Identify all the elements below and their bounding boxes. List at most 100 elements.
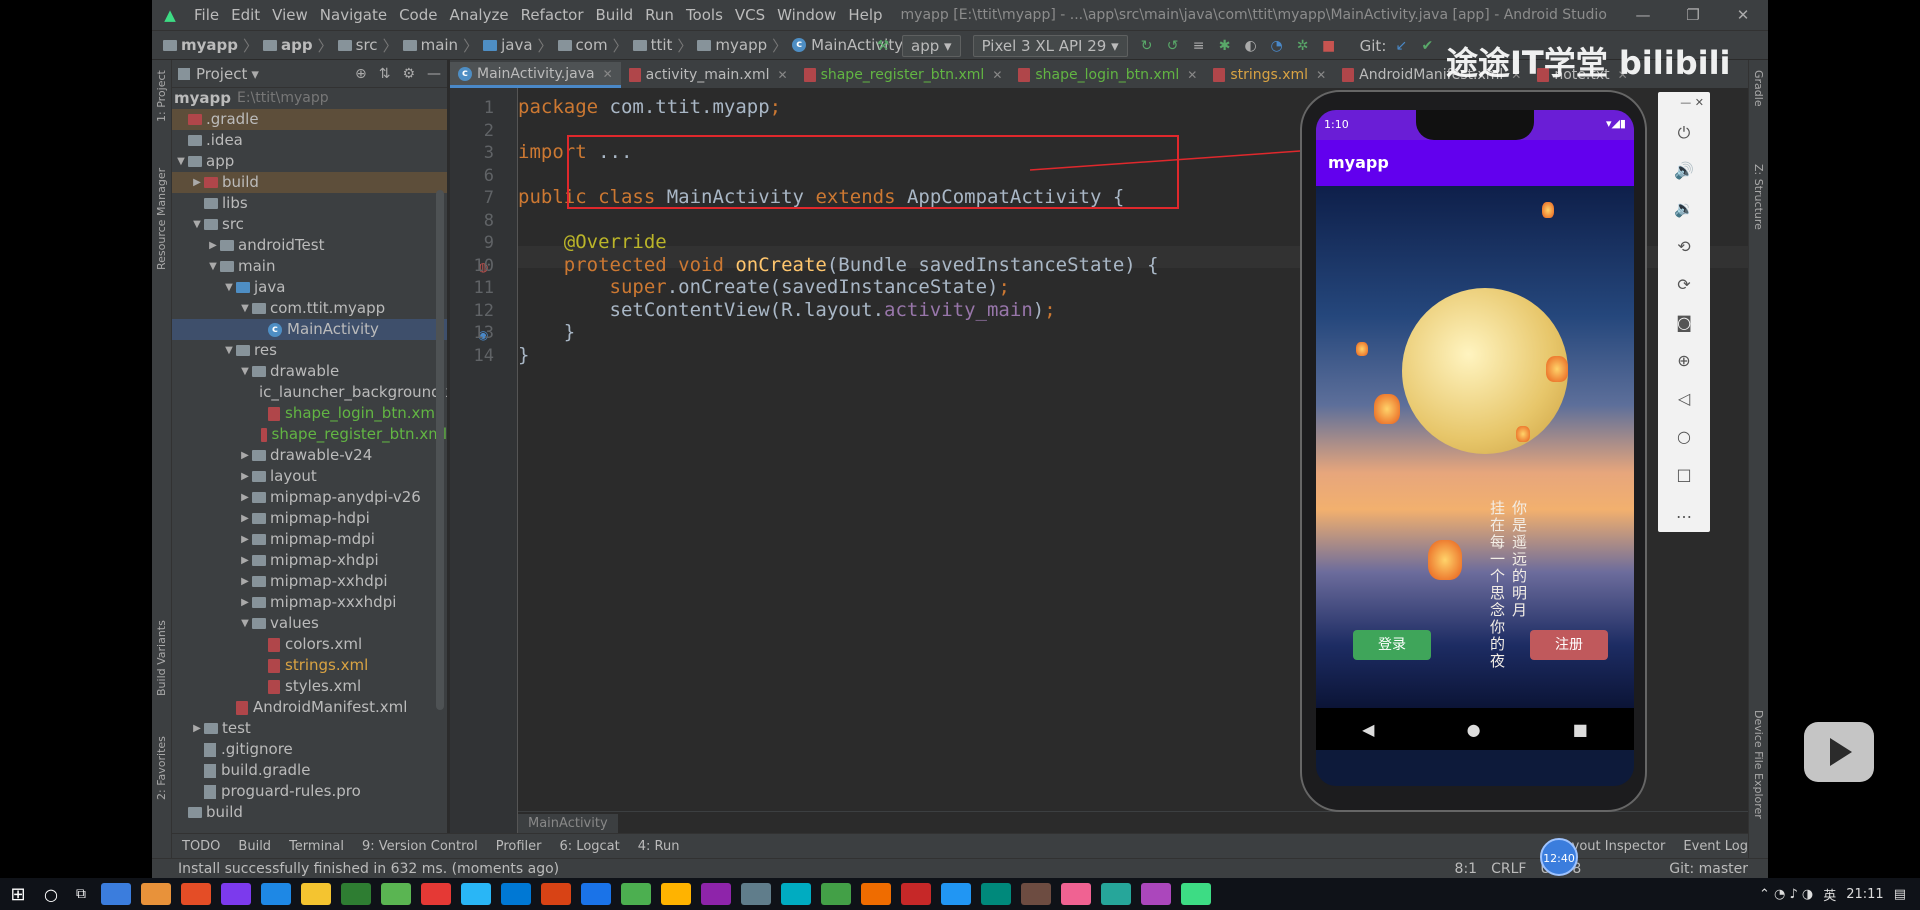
breadcrumb-item[interactable]: myapp — [160, 36, 241, 54]
rotate-left-icon[interactable]: ⟲ — [1658, 228, 1710, 266]
tree-item[interactable]: ▼ src — [172, 214, 447, 235]
zoom-icon[interactable]: ⊕ — [1658, 342, 1710, 380]
taskbar-app-icon[interactable] — [141, 883, 171, 905]
rerun-icon[interactable]: ↻ — [1136, 38, 1158, 54]
hammer-icon[interactable]: ⚒ — [872, 38, 894, 54]
tree-item[interactable]: c MainActivity — [172, 319, 447, 340]
taskbar-app-icon[interactable] — [1101, 883, 1131, 905]
expand-arrow-icon[interactable]: ▶ — [238, 487, 252, 508]
tree-item[interactable]: colors.xml — [172, 634, 447, 655]
tree-item[interactable]: ▼ java — [172, 277, 447, 298]
close-tab-icon[interactable]: ✕ — [1316, 68, 1326, 82]
side-tab-gradle[interactable]: Gradle — [1752, 70, 1765, 107]
expand-arrow-icon[interactable]: ▼ — [222, 277, 236, 298]
code-breadcrumb[interactable]: MainActivity — [518, 814, 618, 833]
git-branch[interactable]: Git: master — [1669, 861, 1748, 877]
side-tab-device-file-explorer[interactable]: Device File Explorer — [1752, 710, 1765, 819]
coverage-icon[interactable]: ≡ — [1188, 38, 1210, 54]
taskbar-app-icon[interactable] — [581, 883, 611, 905]
menu-vcs[interactable]: VCS — [729, 6, 771, 24]
menu-refactor[interactable]: Refactor — [515, 6, 590, 24]
taskbar-app-icon[interactable] — [1061, 883, 1091, 905]
breadcrumb-item[interactable]: src — [335, 36, 381, 54]
expand-arrow-icon[interactable]: ▶ — [238, 592, 252, 613]
tree-item[interactable]: .gitignore — [172, 739, 447, 760]
home-nav-icon[interactable]: ○ — [1658, 418, 1710, 456]
editor-tab[interactable]: c MainActivity.java ✕ — [450, 62, 621, 88]
taskbar-app-icon[interactable] — [221, 883, 251, 905]
volume-up-icon[interactable]: 🔊 — [1658, 152, 1710, 190]
taskbar-app-icon[interactable] — [701, 883, 731, 905]
search-icon[interactable]: ○ — [36, 885, 66, 904]
tree-item[interactable]: ▶ mipmap-mdpi — [172, 529, 447, 550]
taskbar-app-icon[interactable] — [861, 883, 891, 905]
tree-item[interactable]: ▼ main — [172, 256, 447, 277]
expand-arrow-icon[interactable]: ▼ — [174, 151, 188, 172]
tree-item[interactable]: ▼ values — [172, 613, 447, 634]
tool-window-button[interactable]: 9: Version Control — [362, 839, 478, 854]
tree-item[interactable]: shape_register_btn.xml — [172, 424, 447, 445]
expand-arrow-icon[interactable]: ▶ — [238, 445, 252, 466]
taskbar-app-icon[interactable] — [541, 883, 571, 905]
debug-icon[interactable]: ✱ — [1214, 38, 1236, 54]
tree-item[interactable]: ▶ build — [172, 172, 447, 193]
tree-item[interactable]: AndroidManifest.xml — [172, 697, 447, 718]
expand-arrow-icon[interactable]: ▶ — [238, 466, 252, 487]
expand-arrow-icon[interactable]: ▼ — [206, 256, 220, 277]
side-tab-resource-manager[interactable]: Resource Manager — [155, 168, 168, 270]
taskbar-app-icon[interactable] — [1181, 883, 1211, 905]
editor-tab[interactable]: shape_login_btn.xml ✕ — [1010, 62, 1205, 88]
taskbar-app-icon[interactable] — [821, 883, 851, 905]
login-button[interactable]: 登录 — [1353, 630, 1431, 660]
stop-icon[interactable]: ■ — [1318, 38, 1340, 54]
taskbar-app-icon[interactable] — [1141, 883, 1171, 905]
taskbar-app-icon[interactable] — [261, 883, 291, 905]
tree-item[interactable]: ▶ mipmap-anydpi-v26 — [172, 487, 447, 508]
tool-window-button[interactable]: Event Log — [1683, 839, 1748, 854]
breadcrumb-item[interactable]: ttit — [630, 36, 676, 54]
apply-changes-icon[interactable]: ↺ — [1162, 38, 1184, 54]
expand-arrow-icon[interactable]: ▶ — [206, 235, 220, 256]
close-tab-icon[interactable]: ✕ — [603, 67, 613, 81]
tray-icons[interactable]: ⌃ ◔ ♪ ◑ — [1759, 887, 1813, 902]
expand-arrow-icon[interactable]: ▶ — [190, 718, 204, 739]
close-tab-icon[interactable]: ✕ — [1187, 68, 1197, 82]
tree-item[interactable]: ▶ androidTest — [172, 235, 447, 256]
task-view-icon[interactable]: ⧉ — [66, 886, 96, 902]
side-tab-structure[interactable]: Z: Structure — [1752, 164, 1765, 230]
taskbar-app-icon[interactable] — [661, 883, 691, 905]
close-tab-icon[interactable]: ✕ — [778, 68, 788, 82]
project-scrollbar[interactable] — [436, 190, 444, 710]
tree-item[interactable]: shape_login_btn.xml — [172, 403, 447, 424]
taskbar-app-icon[interactable] — [981, 883, 1011, 905]
menu-file[interactable]: File — [188, 6, 225, 24]
back-nav-icon[interactable]: ◁ — [1658, 380, 1710, 418]
home-icon[interactable]: ● — [1467, 720, 1481, 739]
expand-arrow-icon[interactable]: ▼ — [222, 340, 236, 361]
taskbar-app-icon[interactable] — [941, 883, 971, 905]
tree-item[interactable]: styles.xml — [172, 676, 447, 697]
emulator-window-controls[interactable]: — ✕ — [1658, 92, 1710, 114]
tree-item[interactable]: ic_launcher_background.x — [172, 382, 447, 403]
tree-item[interactable]: ▶ mipmap-hdpi — [172, 508, 447, 529]
taskbar-app-icon[interactable] — [421, 883, 451, 905]
hide-icon[interactable]: — — [427, 66, 441, 82]
expand-arrow-icon[interactable]: ▶ — [190, 172, 204, 193]
taskbar-app-icon[interactable] — [901, 883, 931, 905]
menu-build[interactable]: Build — [590, 6, 640, 24]
taskbar-app-icon[interactable] — [501, 883, 531, 905]
menu-run[interactable]: Run — [639, 6, 680, 24]
side-tab-project[interactable]: 1: Project — [155, 70, 168, 122]
camera-icon[interactable]: ◙ — [1658, 304, 1710, 342]
register-button[interactable]: 注册 — [1530, 630, 1608, 660]
play-overlay-icon[interactable] — [1804, 722, 1874, 782]
back-icon[interactable]: ◀ — [1362, 720, 1374, 739]
run-config-select[interactable]: app ▾ — [902, 35, 961, 57]
device-select[interactable]: Pixel 3 XL API 29 ▾ — [972, 35, 1128, 57]
tool-window-button[interactable]: Terminal — [289, 839, 344, 854]
git-update-icon[interactable]: ↙ — [1390, 38, 1412, 54]
tree-item[interactable]: .idea — [172, 130, 447, 151]
tree-root[interactable]: myapp E:\ttit\myapp — [172, 88, 447, 109]
tree-item[interactable]: build.gradle — [172, 760, 447, 781]
tool-window-button[interactable]: Build — [238, 839, 271, 854]
